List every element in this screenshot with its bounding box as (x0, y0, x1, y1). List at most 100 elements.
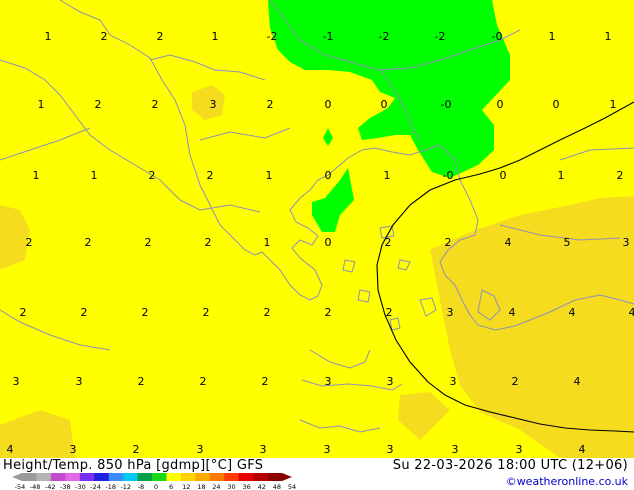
grid-value: 4 (569, 306, 576, 319)
legend-tick-label: -42 (45, 483, 56, 490)
legend-arrow-right (282, 473, 292, 481)
grid-value: 2 (101, 30, 108, 43)
legend-swatch (50, 473, 66, 481)
grid-value: 2 (386, 306, 393, 319)
grid-value: 2 (385, 236, 392, 249)
legend-tick-label: 18 (197, 483, 205, 490)
grid-value: 4 (7, 443, 14, 456)
grid-value: 2 (264, 306, 271, 319)
legend-swatch (94, 473, 110, 481)
legend-tick-label: -24 (90, 483, 101, 490)
legend-swatch (209, 473, 225, 481)
legend-swatch (152, 473, 167, 481)
grid-value: 0 (497, 98, 504, 111)
grid-value: 2 (152, 98, 159, 111)
legend-tick-label: 42 (258, 483, 266, 490)
grid-value: 2 (207, 169, 214, 182)
legend-swatch (253, 473, 268, 481)
legend-swatch (79, 473, 95, 481)
grid-value: 3 (447, 306, 454, 319)
grid-value: 2 (200, 375, 207, 388)
grid-value: 2 (157, 30, 164, 43)
grid-value: 4 (629, 306, 634, 319)
legend-tick-label: -38 (60, 483, 71, 490)
legend-swatch (180, 473, 196, 481)
legend-arrow-left (12, 473, 22, 481)
grid-value: 3 (13, 375, 20, 388)
legend-tick-label: -8 (138, 483, 144, 490)
legend-tick-label: -30 (75, 483, 86, 490)
legend-tick-label: 24 (212, 483, 220, 490)
legend-tick-label: -48 (30, 483, 41, 490)
grid-value: 2 (203, 306, 210, 319)
temperature-map: 1 2 2 1 -2 -1 -2 -2 -0 1 1 1 2 2 3 2 0 0 -0 0 0 1 1 1 2 2 1 0 1 -0 0 1 2… (0, 0, 634, 458)
legend-tick-label: 54 (288, 483, 296, 490)
grid-value: -2 (379, 30, 390, 43)
grid-value: -2 (267, 30, 278, 43)
legend-swatch (22, 473, 37, 481)
grid-value: -0 (492, 30, 503, 43)
legend-swatch (36, 473, 52, 481)
grid-value: 4 (574, 375, 581, 388)
grid-value: 2 (26, 236, 33, 249)
grid-value: 2 (205, 236, 212, 249)
map-title: Height/Temp. 850 hPa [gdmp][°C] GFS (3, 458, 264, 473)
grid-value: 1 (264, 236, 271, 249)
grid-value: 1 (38, 98, 45, 111)
legend-tick-label: 36 (243, 483, 251, 490)
legend-swatch (166, 473, 182, 481)
legend-swatch (123, 473, 138, 481)
grid-value: 1 (558, 169, 565, 182)
legend-swatch (267, 473, 283, 481)
grid-value: 2 (85, 236, 92, 249)
grid-value: -2 (435, 30, 446, 43)
grid-value: 3 (324, 443, 331, 456)
grid-value: 1 (266, 169, 273, 182)
grid-value: 3 (70, 443, 77, 456)
legend-tick-label: -54 (15, 483, 26, 490)
credit-link[interactable]: ©weatheronline.co.uk (506, 475, 628, 488)
legend-tick-label: 0 (154, 483, 158, 490)
legend-swatch (224, 473, 240, 481)
legend-swatch (137, 473, 153, 481)
grid-value: 3 (210, 98, 217, 111)
grid-value: 1 (33, 169, 40, 182)
grid-value: 3 (325, 375, 332, 388)
legend-tick-label: 6 (169, 483, 173, 490)
grid-value: 3 (623, 236, 630, 249)
legend-ticks: -54 -48 -42 -38 -30 -24 -18 -12 -8 0 6 12 18 24 30 36 42… (15, 483, 296, 490)
grid-value: 2 (138, 375, 145, 388)
grid-value: 4 (579, 443, 586, 456)
grid-value: -0 (441, 98, 452, 111)
grid-value: 3 (387, 443, 394, 456)
grid-value: 1 (91, 169, 98, 182)
legend-tick-label: -12 (120, 483, 131, 490)
legend-bar (12, 473, 292, 481)
grid-value: 1 (384, 169, 391, 182)
grid-value: 3 (197, 443, 204, 456)
grid-value: 1 (549, 30, 556, 43)
grid-value: -1 (323, 30, 334, 43)
grid-value: -0 (443, 169, 454, 182)
grid-value: 2 (262, 375, 269, 388)
forecast-datetime: Su 22-03-2026 18:00 UTC (12+06) (392, 458, 628, 473)
grid-value: 2 (149, 169, 156, 182)
grid-value: 2 (445, 236, 452, 249)
grid-value: 4 (509, 306, 516, 319)
grid-value: 0 (325, 98, 332, 111)
grid-value: 2 (145, 236, 152, 249)
grid-value: 2 (512, 375, 519, 388)
legend-swatch (108, 473, 124, 481)
grid-value: 3 (452, 443, 459, 456)
grid-value: 1 (605, 30, 612, 43)
grid-value: 2 (142, 306, 149, 319)
grid-value: 3 (450, 375, 457, 388)
grid-value: 0 (325, 236, 332, 249)
grid-value: 3 (260, 443, 267, 456)
grid-value: 2 (325, 306, 332, 319)
map-footer: Height/Temp. 850 hPa [gdmp][°C] GFS Su 2… (0, 458, 634, 490)
grid-value: 2 (81, 306, 88, 319)
grid-value: 3 (76, 375, 83, 388)
grid-value: 2 (617, 169, 624, 182)
grid-value: 4 (505, 236, 512, 249)
